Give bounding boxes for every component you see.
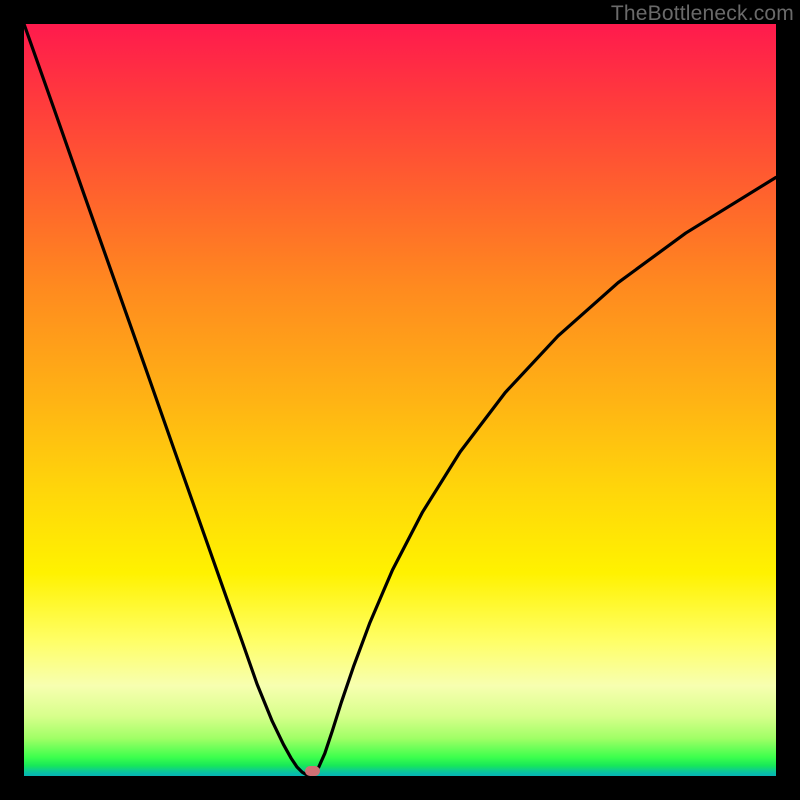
minimum-marker [305, 766, 320, 776]
bottleneck-curve [24, 24, 776, 776]
watermark-text: TheBottleneck.com [611, 2, 794, 26]
plot-frame [24, 24, 776, 776]
